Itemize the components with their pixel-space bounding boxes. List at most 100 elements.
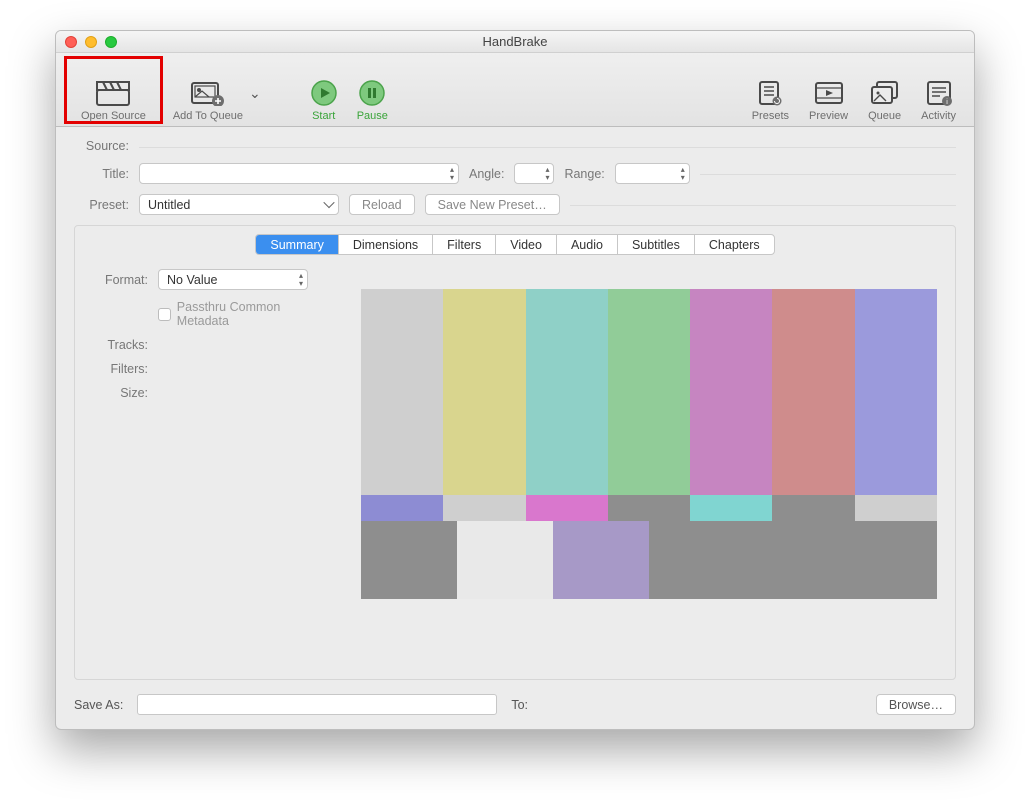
to-label: To: (511, 698, 528, 712)
source-label: Source: (74, 139, 129, 153)
titlebar: HandBrake (56, 31, 974, 53)
color-bar (649, 521, 745, 599)
minimize-window-button[interactable] (85, 36, 97, 48)
presets-button[interactable]: Presets (742, 58, 799, 122)
tab-summary[interactable]: Summary (256, 235, 338, 254)
presets-icon (757, 80, 783, 106)
preset-select[interactable]: Untitled (139, 194, 339, 215)
color-bar (443, 289, 525, 495)
tab-chapters[interactable]: Chapters (695, 235, 774, 254)
range-select[interactable]: ▴▾ (615, 163, 690, 184)
pause-label: Pause (357, 110, 388, 122)
color-bar (608, 289, 690, 495)
color-bar (553, 521, 649, 599)
panel-body: Format: No Value ▴▾ Passthru Common Meta… (93, 269, 937, 665)
tab-video[interactable]: Video (496, 235, 557, 254)
save-as-label: Save As: (74, 698, 123, 712)
passthru-row: Passthru Common Metadata (93, 300, 333, 328)
color-bar (443, 495, 525, 521)
settings-panel: SummaryDimensionsFiltersVideoAudioSubtit… (74, 225, 956, 680)
window-title: HandBrake (56, 34, 974, 49)
tab-filters[interactable]: Filters (433, 235, 496, 254)
color-bar (526, 495, 608, 521)
preview-thumbnail (361, 289, 937, 599)
color-bar (855, 289, 937, 495)
color-bars-bottom (361, 521, 937, 599)
maximize-window-button[interactable] (105, 36, 117, 48)
color-bar (690, 289, 772, 495)
presets-label: Presets (752, 110, 789, 122)
color-bar (361, 521, 457, 599)
preset-value: Untitled (148, 198, 190, 212)
content-area: Source: Title: ▴▾ Angle: ▴▾ Range: ▴▾ Pr… (56, 127, 974, 729)
source-row: Source: (74, 139, 956, 153)
separator (700, 174, 956, 175)
color-bar (690, 495, 772, 521)
separator (570, 205, 956, 206)
pause-button[interactable]: Pause (347, 58, 398, 122)
color-bar (745, 521, 841, 599)
filters-label: Filters: (93, 362, 148, 376)
tracks-label: Tracks: (93, 338, 148, 352)
add-to-queue-dropdown[interactable]: ⌄ (249, 77, 261, 102)
browse-button[interactable]: Browse… (876, 694, 956, 715)
open-source-button[interactable]: Open Source (71, 58, 156, 122)
angle-label: Angle: (469, 167, 504, 181)
size-label: Size: (93, 386, 148, 400)
app-window: HandBrake Open Source (55, 30, 975, 730)
preset-row: Preset: Untitled Reload Save New Preset… (74, 194, 956, 215)
queue-icon (870, 80, 900, 106)
form-column: Format: No Value ▴▾ Passthru Common Meta… (93, 269, 333, 665)
title-row: Title: ▴▾ Angle: ▴▾ Range: ▴▾ (74, 163, 956, 184)
color-bar (361, 289, 443, 495)
tab-subtitles[interactable]: Subtitles (618, 235, 695, 254)
preview-button[interactable]: Preview (799, 58, 858, 122)
activity-button[interactable]: i Activity (911, 58, 966, 122)
activity-label: Activity (921, 110, 956, 122)
play-icon (311, 80, 337, 106)
range-label: Range: (564, 167, 604, 181)
queue-label: Queue (868, 110, 901, 122)
color-bars-main (361, 289, 937, 495)
save-new-preset-button[interactable]: Save New Preset… (425, 194, 560, 215)
title-label: Title: (74, 167, 129, 181)
angle-select[interactable]: ▴▾ (514, 163, 554, 184)
tab-audio[interactable]: Audio (557, 235, 618, 254)
preset-label: Preset: (74, 198, 129, 212)
add-to-queue-button[interactable]: Add To Queue (163, 58, 253, 122)
open-source-label: Open Source (81, 110, 146, 122)
title-select[interactable]: ▴▾ (139, 163, 459, 184)
activity-icon: i (926, 80, 952, 106)
separator (139, 147, 956, 148)
save-as-input[interactable] (137, 694, 497, 715)
tab-bar: SummaryDimensionsFiltersVideoAudioSubtit… (255, 234, 774, 255)
format-select[interactable]: No Value ▴▾ (158, 269, 308, 290)
start-button[interactable]: Start (301, 58, 347, 122)
color-bar (526, 289, 608, 495)
color-bar (841, 521, 937, 599)
color-bar (772, 495, 854, 521)
toolbar: Open Source Add To Queue ⌄ Start (56, 53, 974, 127)
preview-icon (814, 80, 844, 106)
filters-row: Filters: (93, 362, 333, 376)
color-bar (608, 495, 690, 521)
color-bars-mid (361, 495, 937, 521)
passthru-label: Passthru Common Metadata (177, 300, 333, 328)
format-value: No Value (167, 273, 218, 287)
tab-dimensions[interactable]: Dimensions (339, 235, 433, 254)
size-row: Size: (93, 386, 333, 400)
add-to-queue-label: Add To Queue (173, 110, 243, 122)
traffic-lights (56, 36, 117, 48)
close-window-button[interactable] (65, 36, 77, 48)
add-queue-icon (191, 80, 225, 106)
tracks-row: Tracks: (93, 338, 333, 352)
footer-row: Save As: To: Browse… (74, 694, 956, 715)
passthru-checkbox[interactable] (158, 308, 171, 321)
color-bar (772, 289, 854, 495)
queue-button[interactable]: Queue (858, 58, 911, 122)
clapperboard-icon (96, 80, 130, 106)
start-label: Start (312, 110, 335, 122)
reload-button[interactable]: Reload (349, 194, 415, 215)
color-bar (361, 495, 443, 521)
color-bar (457, 521, 553, 599)
